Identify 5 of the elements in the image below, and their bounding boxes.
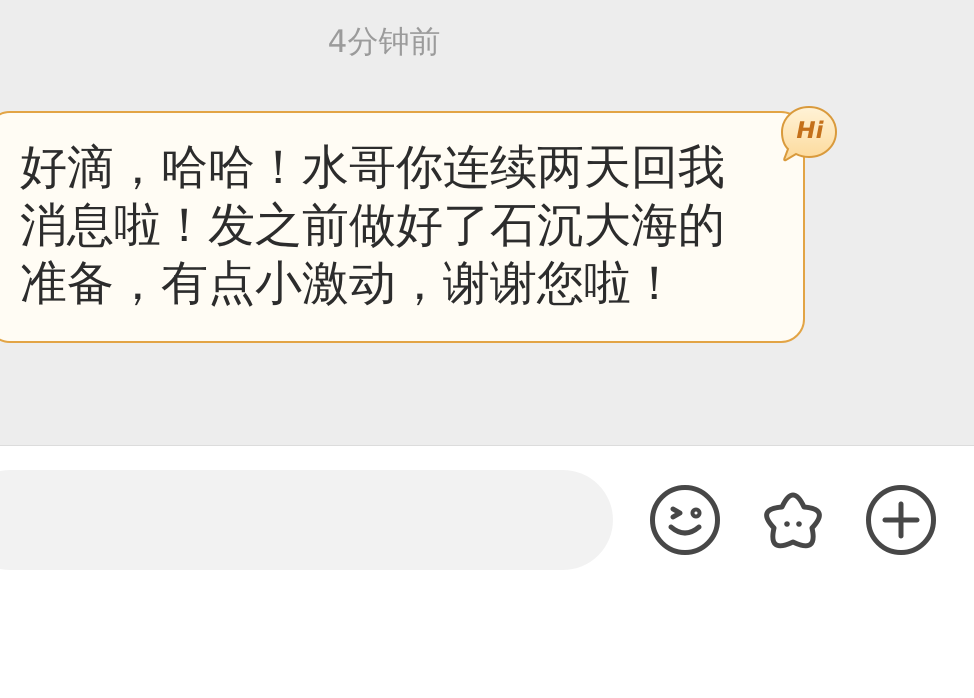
plus-icon[interactable] [865, 484, 937, 556]
message-timestamp: 4分钟前 [328, 23, 440, 62]
message-text: 好滴，哈哈！水哥你连续两天回我消息啦！发之前做好了石沉大海的准备，有点小激动，谢谢您啦！ [20, 139, 726, 313]
emoji-icon[interactable] [649, 484, 721, 556]
greeting-sticker: Hi [778, 105, 838, 163]
